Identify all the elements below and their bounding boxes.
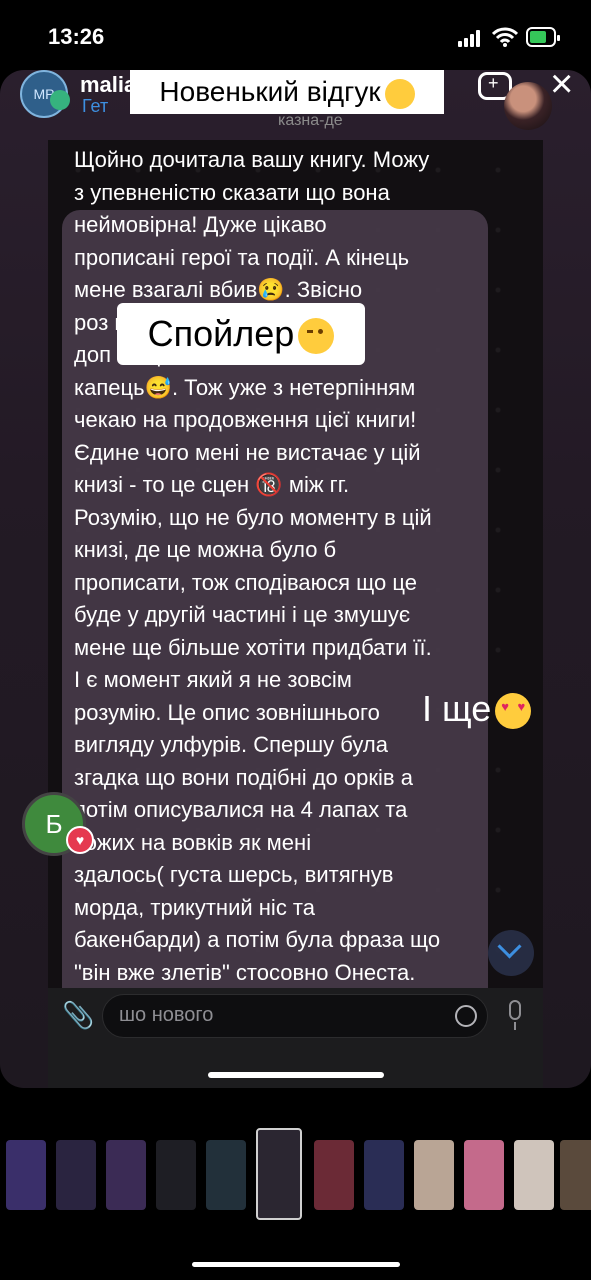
wifi-icon <box>492 27 518 47</box>
story-title: Новенький відгук <box>159 76 381 107</box>
heart-eyes-emoji-icon <box>495 693 532 730</box>
story-thumbnail[interactable] <box>56 1140 96 1210</box>
spoiler-label: Спойлер <box>147 313 295 354</box>
i-sche-sticker: І ще <box>422 688 532 730</box>
spoiler-sticker: Спойлер <box>117 303 365 365</box>
scroll-down-button[interactable] <box>488 930 534 976</box>
story-title-sticker: Новенький відгук <box>130 70 444 114</box>
winking-face-icon <box>298 318 335 355</box>
sticker-icon[interactable] <box>455 1005 477 1027</box>
story-thumbnail[interactable] <box>156 1140 196 1210</box>
story-thumbnail-strip <box>0 1128 591 1224</box>
cellular-signal-icon <box>458 29 484 47</box>
heart-reaction-icon: ♥ <box>66 826 94 854</box>
close-icon[interactable]: × <box>550 70 573 104</box>
chat-header: MP maliadpierce Гет казна-де Новенький в… <box>18 70 578 130</box>
message-input[interactable]: шо нового <box>102 994 488 1038</box>
attach-icon[interactable]: 📎 <box>62 1000 94 1032</box>
story-card: MP maliadpierce Гет казна-де Новенький в… <box>0 70 591 1088</box>
battery-icon <box>526 27 560 47</box>
chat-subtitle: Гет <box>82 96 109 116</box>
story-thumbnail[interactable] <box>464 1140 504 1210</box>
story-thumbnail[interactable] <box>314 1140 354 1210</box>
story-thumbnail[interactable] <box>414 1140 454 1210</box>
home-indicator-bottom <box>192 1262 400 1267</box>
search-icon <box>50 90 70 110</box>
story-thumbnail[interactable] <box>206 1140 246 1210</box>
message-input-placeholder: шо нового <box>119 1004 214 1026</box>
story-thumbnail[interactable] <box>6 1140 46 1210</box>
star-struck-emoji-icon <box>384 78 415 109</box>
story-thumbnail[interactable] <box>364 1140 404 1210</box>
status-time: 13:26 <box>48 24 105 49</box>
chevron-down-icon <box>497 934 522 959</box>
message-text: Щойно дочитала вашу книгу. Можу з упевне… <box>74 147 441 985</box>
story-thumbnail[interactable] <box>560 1140 591 1210</box>
i-sche-label: І ще <box>422 688 492 729</box>
home-indicator <box>208 1072 384 1078</box>
user-avatar[interactable] <box>504 82 552 130</box>
story-thumbnail[interactable] <box>106 1140 146 1210</box>
status-bar: 13:26 <box>0 0 591 70</box>
microphone-icon[interactable] <box>504 1000 526 1032</box>
story-thumbnail[interactable] <box>514 1140 554 1210</box>
chat-status-caption: казна-де <box>278 112 343 129</box>
story-thumbnail[interactable] <box>256 1128 302 1220</box>
